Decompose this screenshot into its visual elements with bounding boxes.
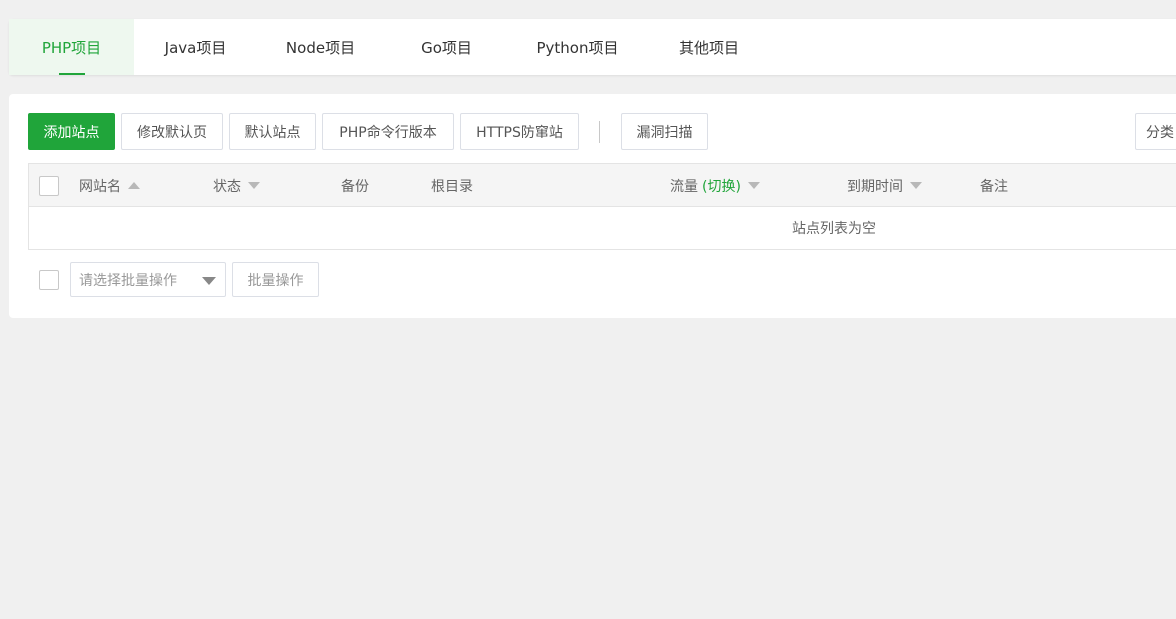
batch-operation-select[interactable]: 请选择批量操作 [70,262,226,297]
tab-other[interactable]: 其他项目 [646,19,772,75]
sort-descending-icon [747,182,760,189]
sort-descending-icon [248,182,260,189]
column-expire-time[interactable]: 到期时间 [847,164,922,207]
https-anti-takeover-button[interactable]: HTTPS防窜站 [460,113,579,150]
batch-select-all-checkbox[interactable] [39,270,59,290]
tab-php[interactable]: PHP项目 [9,19,134,75]
sort-ascending-icon [128,182,140,189]
modify-default-page-button[interactable]: 修改默认页 [121,113,223,150]
traffic-toggle-link[interactable]: (切换) [702,176,741,196]
site-list-panel: 添加站点 修改默认页 默认站点 PHP命令行版本 HTTPS防窜站 漏洞扫描 分… [9,94,1176,318]
column-backup-label: 备份 [341,178,369,195]
table-header: 网站名 状态 备份 根目录 流量 (切换) 到期时间 备注 [29,164,1176,207]
column-status-label: 状态 [213,178,241,195]
column-root-dir-label: 根目录 [431,178,473,195]
project-tab-bar: PHP项目 Java项目 Node项目 Go项目 Python项目 其他项目 [9,19,1176,75]
site-table: 网站名 状态 备份 根目录 流量 (切换) 到期时间 备注 站点列表为空 [28,163,1176,250]
select-all-checkbox[interactable] [39,175,59,196]
batch-operation-placeholder: 请选择批量操作 [79,272,177,289]
column-remark-label: 备注 [980,178,1008,195]
chevron-down-icon [202,277,216,285]
tab-go[interactable]: Go项目 [384,19,509,75]
column-root-dir: 根目录 [431,164,473,207]
column-backup: 备份 [341,164,369,207]
tab-python[interactable]: Python项目 [509,19,646,75]
tab-node[interactable]: Node项目 [257,19,384,75]
column-traffic[interactable]: 流量 (切换) [670,164,760,207]
column-traffic-label: 流量 [670,178,698,195]
category-select[interactable]: 分类 [1135,113,1176,150]
empty-row: 站点列表为空 [29,207,1176,249]
empty-state-text: 站点列表为空 [792,221,876,237]
toolbar-divider [599,121,600,143]
tab-java[interactable]: Java项目 [134,19,257,75]
sort-descending-icon [910,182,922,189]
select-all-cell [39,164,59,207]
column-expire-time-label: 到期时间 [847,178,903,195]
php-cli-version-button[interactable]: PHP命令行版本 [322,113,454,150]
vuln-scan-button[interactable]: 漏洞扫描 [621,113,708,150]
column-status[interactable]: 状态 [213,164,260,207]
column-site-name-label: 网站名 [79,178,121,195]
column-site-name[interactable]: 网站名 [79,164,140,207]
column-remark: 备注 [980,164,1008,207]
default-site-button[interactable]: 默认站点 [229,113,316,150]
add-site-button[interactable]: 添加站点 [28,113,115,150]
batch-operation-button[interactable]: 批量操作 [232,262,319,297]
